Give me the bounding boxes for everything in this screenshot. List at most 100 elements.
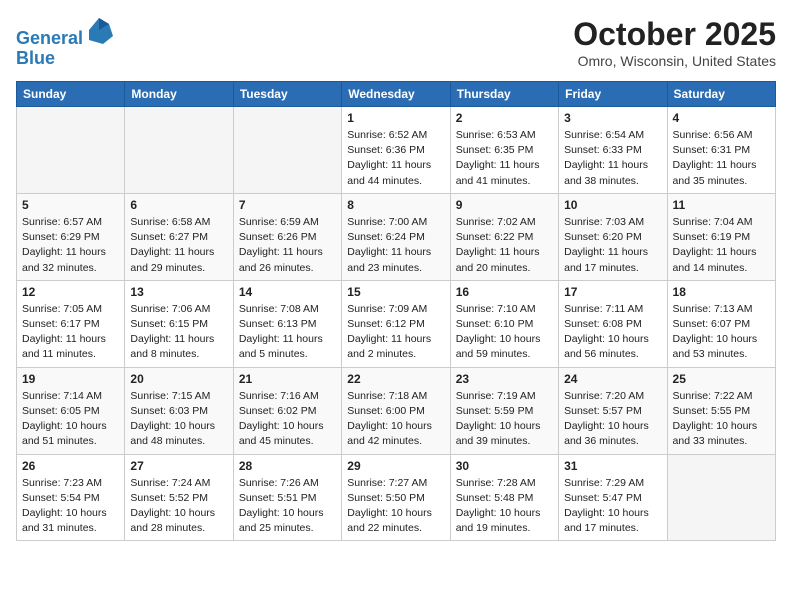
- day-info: Sunrise: 7:00 AMSunset: 6:24 PMDaylight:…: [347, 215, 444, 276]
- page-header: General Blue October 2025 Omro, Wisconsi…: [16, 16, 776, 69]
- weekday-header: Tuesday: [233, 82, 341, 107]
- calendar-cell: 15Sunrise: 7:09 AMSunset: 6:12 PMDayligh…: [342, 280, 450, 367]
- day-number: 2: [456, 111, 553, 125]
- calendar-cell: 31 Sunrise: 7:29 AMSunset: 5:47 PMDayligh…: [559, 454, 667, 541]
- day-number: 1: [347, 111, 444, 125]
- day-info: Sunrise: 7:29 AMSunset: 5:47 PMDaylight:…: [564, 476, 661, 537]
- logo-general: General: [16, 28, 83, 48]
- calendar-cell: 9 Sunrise: 7:02 AMSunset: 6:22 PMDaylight…: [450, 193, 558, 280]
- day-info: Sunrise: 7:20 AMSunset: 5:57 PMDaylight:…: [564, 389, 661, 450]
- day-info: Sunrise: 7:02 AMSunset: 6:22 PMDaylight:…: [456, 215, 553, 276]
- day-number: 5: [22, 198, 119, 212]
- day-number: 31: [564, 459, 661, 473]
- calendar-cell: 21 Sunrise: 7:16 AMSunset: 6:02 PMDayligh…: [233, 367, 341, 454]
- calendar-cell: 27 Sunrise: 7:24 AMSunset: 5:52 PMDayligh…: [125, 454, 233, 541]
- calendar-week-row: 19Sunrise: 7:14 AMSunset: 6:05 PMDayligh…: [17, 367, 776, 454]
- month-title: October 2025: [573, 16, 776, 53]
- day-info: Sunrise: 7:14 AMSunset: 6:05 PMDaylight:…: [22, 389, 119, 450]
- day-number: 16: [456, 285, 553, 299]
- day-number: 3: [564, 111, 661, 125]
- day-number: 29: [347, 459, 444, 473]
- calendar-cell: 29 Sunrise: 7:27 AMSunset: 5:50 PMDayligh…: [342, 454, 450, 541]
- weekday-header: Sunday: [17, 82, 125, 107]
- calendar-cell: 23 Sunrise: 7:19 AMSunset: 5:59 PMDayligh…: [450, 367, 558, 454]
- day-number: 12: [22, 285, 119, 299]
- weekday-header: Saturday: [667, 82, 775, 107]
- day-info: Sunrise: 6:56 AMSunset: 6:31 PMDaylight:…: [673, 128, 770, 189]
- weekday-header: Thursday: [450, 82, 558, 107]
- day-number: 8: [347, 198, 444, 212]
- calendar-cell: [125, 107, 233, 194]
- day-info: Sunrise: 6:54 AMSunset: 6:33 PMDaylight:…: [564, 128, 661, 189]
- day-number: 20: [130, 372, 227, 386]
- logo-icon: [85, 16, 113, 44]
- day-number: 18: [673, 285, 770, 299]
- calendar-cell: 25Sunrise: 7:22 AMSunset: 5:55 PMDayligh…: [667, 367, 775, 454]
- day-number: 9: [456, 198, 553, 212]
- day-info: Sunrise: 6:58 AMSunset: 6:27 PMDaylight:…: [130, 215, 227, 276]
- day-info: Sunrise: 6:53 AMSunset: 6:35 PMDaylight:…: [456, 128, 553, 189]
- day-info: Sunrise: 7:08 AMSunset: 6:13 PMDaylight:…: [239, 302, 336, 363]
- location: Omro, Wisconsin, United States: [573, 53, 776, 69]
- calendar-cell: 2 Sunrise: 6:53 AMSunset: 6:35 PMDaylight…: [450, 107, 558, 194]
- day-number: 4: [673, 111, 770, 125]
- day-info: Sunrise: 7:22 AMSunset: 5:55 PMDaylight:…: [673, 389, 770, 450]
- day-number: 13: [130, 285, 227, 299]
- calendar-cell: 10Sunrise: 7:03 AMSunset: 6:20 PMDayligh…: [559, 193, 667, 280]
- calendar-cell: 11 Sunrise: 7:04 AMSunset: 6:19 PMDayligh…: [667, 193, 775, 280]
- day-number: 11: [673, 198, 770, 212]
- day-info: Sunrise: 7:05 AMSunset: 6:17 PMDaylight:…: [22, 302, 119, 363]
- calendar-cell: 12 Sunrise: 7:05 AMSunset: 6:17 PMDayligh…: [17, 280, 125, 367]
- day-number: 22: [347, 372, 444, 386]
- day-number: 7: [239, 198, 336, 212]
- calendar-cell: 7 Sunrise: 6:59 AMSunset: 6:26 PMDaylight…: [233, 193, 341, 280]
- day-info: Sunrise: 7:16 AMSunset: 6:02 PMDaylight:…: [239, 389, 336, 450]
- calendar-cell: 5 Sunrise: 6:57 AMSunset: 6:29 PMDaylight…: [17, 193, 125, 280]
- day-number: 21: [239, 372, 336, 386]
- day-number: 15: [347, 285, 444, 299]
- calendar-cell: [17, 107, 125, 194]
- day-number: 27: [130, 459, 227, 473]
- logo: General Blue: [16, 16, 113, 69]
- calendar-cell: 28Sunrise: 7:26 AMSunset: 5:51 PMDayligh…: [233, 454, 341, 541]
- calendar-cell: 26 Sunrise: 7:23 AMSunset: 5:54 PMDayligh…: [17, 454, 125, 541]
- day-info: Sunrise: 7:24 AMSunset: 5:52 PMDaylight:…: [130, 476, 227, 537]
- day-info: Sunrise: 7:26 AMSunset: 5:51 PMDaylight:…: [239, 476, 336, 537]
- calendar-cell: 6 Sunrise: 6:58 AMSunset: 6:27 PMDaylight…: [125, 193, 233, 280]
- day-info: Sunrise: 7:11 AMSunset: 6:08 PMDaylight:…: [564, 302, 661, 363]
- day-info: Sunrise: 7:10 AMSunset: 6:10 PMDaylight:…: [456, 302, 553, 363]
- day-number: 10: [564, 198, 661, 212]
- logo-blue: Blue: [16, 48, 55, 68]
- title-block: October 2025 Omro, Wisconsin, United Sta…: [573, 16, 776, 69]
- day-info: Sunrise: 6:52 AMSunset: 6:36 PMDaylight:…: [347, 128, 444, 189]
- day-info: Sunrise: 7:28 AMSunset: 5:48 PMDaylight:…: [456, 476, 553, 537]
- calendar-week-row: 26 Sunrise: 7:23 AMSunset: 5:54 PMDayligh…: [17, 454, 776, 541]
- day-number: 30: [456, 459, 553, 473]
- calendar-cell: 4 Sunrise: 6:56 AMSunset: 6:31 PMDaylight…: [667, 107, 775, 194]
- calendar-cell: 24 Sunrise: 7:20 AMSunset: 5:57 PMDayligh…: [559, 367, 667, 454]
- calendar-cell: [667, 454, 775, 541]
- calendar-cell: 17 Sunrise: 7:11 AMSunset: 6:08 PMDayligh…: [559, 280, 667, 367]
- day-number: 17: [564, 285, 661, 299]
- calendar-cell: 22Sunrise: 7:18 AMSunset: 6:00 PMDayligh…: [342, 367, 450, 454]
- day-number: 26: [22, 459, 119, 473]
- day-info: Sunrise: 7:04 AMSunset: 6:19 PMDaylight:…: [673, 215, 770, 276]
- day-info: Sunrise: 6:59 AMSunset: 6:26 PMDaylight:…: [239, 215, 336, 276]
- calendar-week-row: 1 Sunrise: 6:52 AMSunset: 6:36 PMDaylight…: [17, 107, 776, 194]
- day-info: Sunrise: 7:19 AMSunset: 5:59 PMDaylight:…: [456, 389, 553, 450]
- calendar-cell: 1 Sunrise: 6:52 AMSunset: 6:36 PMDaylight…: [342, 107, 450, 194]
- day-number: 23: [456, 372, 553, 386]
- calendar-cell: [233, 107, 341, 194]
- day-info: Sunrise: 6:57 AMSunset: 6:29 PMDaylight:…: [22, 215, 119, 276]
- calendar-cell: 8 Sunrise: 7:00 AMSunset: 6:24 PMDaylight…: [342, 193, 450, 280]
- day-number: 6: [130, 198, 227, 212]
- day-number: 24: [564, 372, 661, 386]
- day-info: Sunrise: 7:13 AMSunset: 6:07 PMDaylight:…: [673, 302, 770, 363]
- logo-text: General Blue: [16, 16, 113, 69]
- calendar-week-row: 5 Sunrise: 6:57 AMSunset: 6:29 PMDaylight…: [17, 193, 776, 280]
- calendar-cell: 30 Sunrise: 7:28 AMSunset: 5:48 PMDayligh…: [450, 454, 558, 541]
- weekday-header: Friday: [559, 82, 667, 107]
- calendar-cell: 19Sunrise: 7:14 AMSunset: 6:05 PMDayligh…: [17, 367, 125, 454]
- day-info: Sunrise: 7:27 AMSunset: 5:50 PMDaylight:…: [347, 476, 444, 537]
- day-info: Sunrise: 7:23 AMSunset: 5:54 PMDaylight:…: [22, 476, 119, 537]
